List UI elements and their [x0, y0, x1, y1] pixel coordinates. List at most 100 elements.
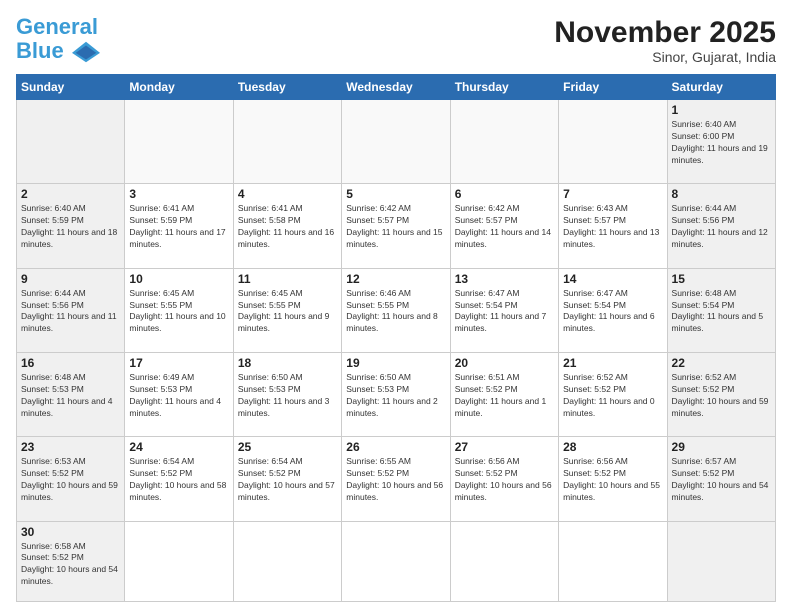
day-number: 14 [563, 272, 662, 286]
day-number: 12 [346, 272, 445, 286]
calendar-page: General Blue November 2025 Sinor, Gujara… [0, 0, 792, 612]
table-row: 27 Sunrise: 6:56 AMSunset: 5:52 PMDayligh… [450, 437, 558, 521]
day-info: Sunrise: 6:53 AMSunset: 5:52 PMDaylight:… [21, 456, 120, 504]
day-info: Sunrise: 6:42 AMSunset: 5:57 PMDaylight:… [455, 203, 554, 251]
day-number: 23 [21, 440, 120, 454]
day-number: 7 [563, 187, 662, 201]
table-row: 24 Sunrise: 6:54 AMSunset: 5:52 PMDayligh… [125, 437, 233, 521]
day-info: Sunrise: 6:41 AMSunset: 5:58 PMDaylight:… [238, 203, 337, 251]
logo: General Blue [16, 16, 100, 66]
day-number: 10 [129, 272, 228, 286]
header-friday: Friday [559, 75, 667, 100]
table-row: 12 Sunrise: 6:46 AMSunset: 5:55 PMDayligh… [342, 268, 450, 352]
day-info: Sunrise: 6:43 AMSunset: 5:57 PMDaylight:… [563, 203, 662, 251]
calendar-table: Sunday Monday Tuesday Wednesday Thursday… [16, 74, 776, 602]
day-number: 2 [21, 187, 120, 201]
day-info: Sunrise: 6:50 AMSunset: 5:53 PMDaylight:… [346, 372, 445, 420]
table-row: 16 Sunrise: 6:48 AMSunset: 5:53 PMDayligh… [17, 352, 125, 436]
day-number: 22 [672, 356, 771, 370]
day-number: 1 [672, 103, 771, 117]
day-number: 19 [346, 356, 445, 370]
day-number: 28 [563, 440, 662, 454]
day-info: Sunrise: 6:46 AMSunset: 5:55 PMDaylight:… [346, 288, 445, 336]
header-sunday: Sunday [17, 75, 125, 100]
day-number: 29 [672, 440, 771, 454]
day-info: Sunrise: 6:40 AMSunset: 6:00 PMDaylight:… [672, 119, 771, 167]
table-row: 25Sunrise: 6:54 AMSunset: 5:52 PMDayligh… [233, 437, 341, 521]
header-tuesday: Tuesday [233, 75, 341, 100]
calendar-header: General Blue November 2025 Sinor, Gujara… [16, 16, 776, 66]
logo-text: General Blue [16, 16, 100, 66]
table-row: 19 Sunrise: 6:50 AMSunset: 5:53 PMDayligh… [342, 352, 450, 436]
day-info: Sunrise: 6:49 AMSunset: 5:53 PMDaylight:… [129, 372, 228, 420]
calendar-body: 1 Sunrise: 6:40 AMSunset: 6:00 PMDaylight… [17, 100, 776, 602]
day-number: 8 [672, 187, 771, 201]
table-row: 28 Sunrise: 6:56 AMSunset: 5:52 PMDayligh… [559, 437, 667, 521]
logo-general: General [16, 14, 98, 39]
day-number: 13 [455, 272, 554, 286]
day-info: Sunrise: 6:57 AMSunset: 5:52 PMDaylight:… [672, 456, 771, 504]
day-number: 20 [455, 356, 554, 370]
table-row [342, 521, 450, 601]
day-info: Sunrise: 6:55 AMSunset: 5:52 PMDaylight:… [346, 456, 445, 504]
day-number: 15 [672, 272, 771, 286]
table-row: 7 Sunrise: 6:43 AMSunset: 5:57 PMDaylight… [559, 184, 667, 268]
day-number: 18 [238, 356, 337, 370]
day-info: Sunrise: 6:54 AMSunset: 5:52 PMDaylight:… [129, 456, 228, 504]
day-info: Sunrise: 6:42 AMSunset: 5:57 PMDaylight:… [346, 203, 445, 251]
table-row: 22 Sunrise: 6:52 AMSunset: 5:52 PMDayligh… [667, 352, 775, 436]
day-number: 26 [346, 440, 445, 454]
day-info: Sunrise: 6:56 AMSunset: 5:52 PMDaylight:… [563, 456, 662, 504]
day-info: Sunrise: 6:54 AMSunset: 5:52 PMDaylight:… [238, 456, 337, 504]
header-wednesday: Wednesday [342, 75, 450, 100]
day-number: 30 [21, 525, 120, 539]
day-info: Sunrise: 6:58 AMSunset: 5:52 PMDaylight:… [21, 541, 120, 589]
day-number: 27 [455, 440, 554, 454]
table-row [450, 521, 558, 601]
day-info: Sunrise: 6:56 AMSunset: 5:52 PMDaylight:… [455, 456, 554, 504]
day-info: Sunrise: 6:44 AMSunset: 5:56 PMDaylight:… [672, 203, 771, 251]
location: Sinor, Gujarat, India [554, 49, 776, 65]
table-row: 20Sunrise: 6:51 AMSunset: 5:52 PMDayligh… [450, 352, 558, 436]
table-row [667, 521, 775, 601]
day-number: 16 [21, 356, 120, 370]
table-row [233, 521, 341, 601]
day-number: 11 [238, 272, 337, 286]
day-number: 24 [129, 440, 228, 454]
table-row: 1 Sunrise: 6:40 AMSunset: 6:00 PMDaylight… [667, 100, 775, 184]
table-row: 10Sunrise: 6:45 AMSunset: 5:55 PMDayligh… [125, 268, 233, 352]
title-block: November 2025 Sinor, Gujarat, India [554, 16, 776, 65]
table-row [233, 100, 341, 184]
table-row: 17 Sunrise: 6:49 AMSunset: 5:53 PMDayligh… [125, 352, 233, 436]
header-saturday: Saturday [667, 75, 775, 100]
month-title: November 2025 [554, 16, 776, 49]
day-info: Sunrise: 6:52 AMSunset: 5:52 PMDaylight:… [672, 372, 771, 420]
table-row [342, 100, 450, 184]
table-row: 4Sunrise: 6:41 AMSunset: 5:58 PMDaylight… [233, 184, 341, 268]
day-number: 3 [129, 187, 228, 201]
table-row: 14Sunrise: 6:47 AMSunset: 5:54 PMDayligh… [559, 268, 667, 352]
day-number: 9 [21, 272, 120, 286]
table-row: 3 Sunrise: 6:41 AMSunset: 5:59 PMDaylight… [125, 184, 233, 268]
table-row: 21Sunrise: 6:52 AMSunset: 5:52 PMDayligh… [559, 352, 667, 436]
day-info: Sunrise: 6:50 AMSunset: 5:53 PMDaylight:… [238, 372, 337, 420]
table-row: 9 Sunrise: 6:44 AMSunset: 5:56 PMDaylight… [17, 268, 125, 352]
table-row [559, 100, 667, 184]
table-row [559, 521, 667, 601]
header-thursday: Thursday [450, 75, 558, 100]
table-row: 13 Sunrise: 6:47 AMSunset: 5:54 PMDayligh… [450, 268, 558, 352]
day-info: Sunrise: 6:48 AMSunset: 5:53 PMDaylight:… [21, 372, 120, 420]
day-number: 17 [129, 356, 228, 370]
day-number: 5 [346, 187, 445, 201]
table-row [17, 100, 125, 184]
day-info: Sunrise: 6:45 AMSunset: 5:55 PMDaylight:… [238, 288, 337, 336]
day-number: 6 [455, 187, 554, 201]
day-info: Sunrise: 6:47 AMSunset: 5:54 PMDaylight:… [455, 288, 554, 336]
day-info: Sunrise: 6:41 AMSunset: 5:59 PMDaylight:… [129, 203, 228, 251]
logo-blue: Blue [16, 38, 64, 63]
table-row: 26 Sunrise: 6:55 AMSunset: 5:52 PMDayligh… [342, 437, 450, 521]
table-row: 8 Sunrise: 6:44 AMSunset: 5:56 PMDaylight… [667, 184, 775, 268]
day-info: Sunrise: 6:40 AMSunset: 5:59 PMDaylight:… [21, 203, 120, 251]
table-row: 6 Sunrise: 6:42 AMSunset: 5:57 PMDaylight… [450, 184, 558, 268]
day-info: Sunrise: 6:44 AMSunset: 5:56 PMDaylight:… [21, 288, 120, 336]
